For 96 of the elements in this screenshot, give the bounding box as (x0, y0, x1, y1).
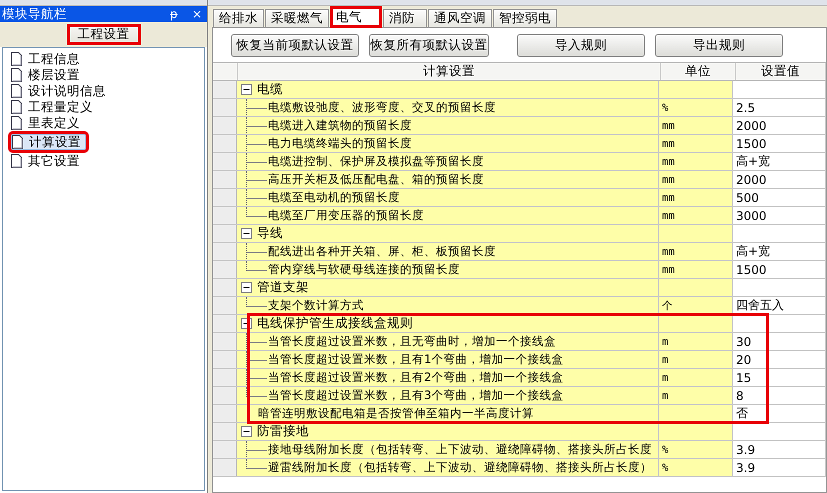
unit-cell: mm (659, 243, 733, 260)
unit-cell: m (659, 351, 733, 368)
action-button[interactable]: 恢复所有项默认设置 (369, 34, 489, 57)
tab[interactable]: 电气 (330, 6, 382, 28)
group-label: 管道支架 (257, 279, 309, 296)
panel-title: 模块导航栏 (2, 6, 67, 22)
row-header-cell[interactable] (213, 387, 237, 404)
row-header-cell[interactable] (213, 423, 237, 440)
unit-cell: % (659, 441, 733, 458)
row-header-cell[interactable] (213, 405, 237, 422)
row-header-cell[interactable] (213, 135, 237, 152)
setting-label: 电缆敷设弛度、波形弯度、交叉的预留长度 (268, 100, 496, 115)
unit-cell: mm (659, 261, 733, 278)
setting-label: 当管长度超过设置米数，且有1个弯曲，增加一个接线盒 (268, 352, 564, 367)
collapse-icon[interactable] (241, 228, 252, 239)
row-header-cell[interactable] (213, 171, 237, 188)
row-header-cell[interactable] (213, 351, 237, 368)
column-header: 单位 (661, 63, 736, 80)
document-icon (12, 135, 23, 149)
navigation-item[interactable]: 其它设置 (11, 153, 84, 169)
row-header-cell[interactable] (213, 117, 237, 134)
close-button[interactable]: × (188, 7, 205, 21)
navigation-item[interactable]: 里表定义 (11, 115, 84, 131)
row-header-cell[interactable] (213, 261, 237, 278)
column-header: 计算设置 (238, 63, 661, 80)
navigation-item[interactable]: 计算设置 (11, 134, 86, 150)
value-cell[interactable]: 否 (733, 405, 826, 422)
row-header-cell[interactable] (213, 207, 237, 224)
unit-cell: mm (659, 117, 733, 134)
unit-cell: m (659, 387, 733, 404)
setting-label: 高压开关柜及低压配电盘、箱的预留长度 (268, 172, 484, 187)
setting-label: 电缆至电动机的预留长度 (268, 190, 400, 205)
unit-cell: mm (659, 171, 733, 188)
setting-label: 接地母线附加长度（包括转弯、上下波动、避绕障碍物、搭接头所占长度 (268, 442, 652, 457)
unit-cell: m (659, 333, 733, 350)
setting-label: 避雷线附加长度（包括转弯、上下波动、避绕障碍物、搭接头所占长度） (268, 460, 652, 475)
navigation-item[interactable]: 设计说明信息 (11, 83, 110, 99)
row-header-cell[interactable] (213, 99, 237, 116)
action-button[interactable]: 恢复当前项默认设置 (231, 34, 359, 57)
setting-label: 当管长度超过设置米数，且无弯曲时，增加一个接线盒 (268, 334, 556, 349)
setting-label: 支架个数计算方式 (268, 298, 364, 313)
tab[interactable]: 智控弱电 (493, 9, 557, 27)
unit-cell: mm (659, 135, 733, 152)
row-header-cell[interactable] (213, 333, 237, 350)
navigation-item[interactable]: 工程量定义 (11, 99, 97, 115)
navigation-item[interactable]: 楼层设置 (11, 67, 84, 83)
row-header-cell[interactable] (213, 243, 237, 260)
setting-label: 当管长度超过设置米数，且有3个弯曲，增加一个接线盒 (268, 388, 564, 403)
row-header-cell[interactable] (213, 153, 237, 170)
tab[interactable]: 给排水 (213, 9, 264, 27)
setting-label: 电缆进控制、保护屏及模拟盘等预留长度 (268, 154, 484, 169)
unit-cell: % (659, 459, 733, 476)
setting-label: 暗管连明敷设配电箱是否按管伸至箱内一半高度计算 (258, 406, 534, 421)
unit-cell: % (659, 99, 733, 116)
tab[interactable]: 通风空调 (428, 9, 492, 27)
group-label: 导线 (257, 225, 283, 242)
document-icon (11, 154, 22, 168)
document-icon (11, 68, 22, 82)
column-header: 设置值 (736, 63, 826, 80)
group-label: 电缆 (257, 81, 283, 98)
unit-cell: mm (659, 207, 733, 224)
action-button[interactable]: 导入规则 (517, 34, 645, 57)
navigation-item[interactable]: 工程信息 (11, 51, 84, 67)
unit-cell: mm (659, 189, 733, 206)
group-label: 防雷接地 (257, 423, 309, 440)
unit-cell: m (659, 369, 733, 386)
collapse-icon[interactable] (241, 282, 252, 293)
row-header-cell[interactable] (213, 279, 237, 296)
row-header-cell[interactable] (213, 441, 237, 458)
setting-label: 当管长度超过设置米数，且有2个弯曲，增加一个接线盒 (268, 370, 564, 385)
setting-label: 电力电缆终端头的预留长度 (268, 136, 412, 151)
row-header-cell[interactable] (213, 369, 237, 386)
unit-cell: mm (659, 153, 733, 170)
tab[interactable]: 消防 (383, 9, 427, 27)
unit-cell: 个 (659, 297, 733, 314)
group-label: 电线保护管生成接线盒规则 (257, 315, 413, 332)
row-header-cell[interactable] (213, 81, 237, 98)
row-header-cell[interactable] (213, 315, 237, 332)
setting-label: 管内穿线与软硬母线连接的预留长度 (268, 262, 460, 277)
collapse-icon[interactable] (241, 426, 252, 437)
row-header-cell[interactable] (213, 459, 237, 476)
document-icon (11, 84, 22, 98)
collapse-icon[interactable] (241, 84, 252, 95)
row-header-cell[interactable] (213, 297, 237, 314)
setting-label: 电缆进入建筑物的预留长度 (268, 118, 412, 133)
row-header-cell[interactable] (213, 189, 237, 206)
setting-label: 电缆至厂用变压器的预留长度 (268, 208, 424, 223)
document-icon (11, 100, 22, 114)
document-icon (11, 52, 22, 66)
setting-label: 配线进出各种开关箱、屏、柜、板预留长度 (268, 244, 496, 259)
action-button[interactable]: 导出规则 (655, 34, 783, 57)
tab[interactable]: 采暖燃气 (265, 9, 329, 27)
document-icon (11, 116, 22, 130)
section-button[interactable]: 工程设置 (66, 24, 140, 45)
pin-button[interactable]: ᵽ (166, 7, 181, 21)
row-header-cell[interactable] (213, 225, 237, 242)
